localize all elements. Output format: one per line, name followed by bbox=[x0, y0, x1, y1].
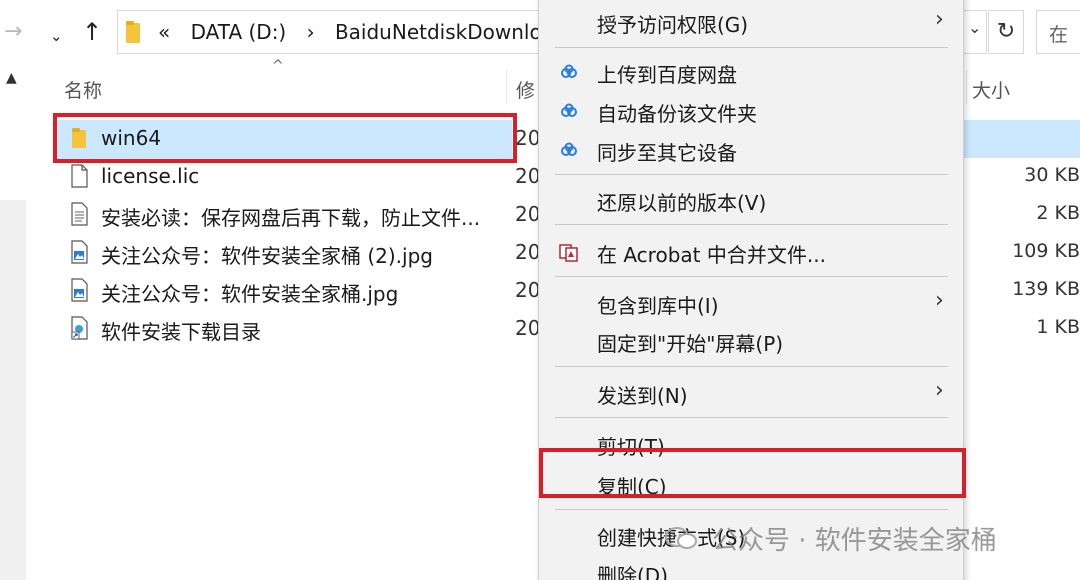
file-name: 安装必读：保存网盘后再下载，防止文件... bbox=[101, 206, 481, 230]
menu-item-label: 在 Acrobat 中合并文件... bbox=[597, 243, 826, 267]
file-date: 20 bbox=[515, 240, 541, 264]
file-size: 1 KB bbox=[1036, 316, 1080, 338]
folder-icon bbox=[126, 21, 140, 43]
refresh-icon: ↻ bbox=[996, 19, 1016, 44]
menu-separator bbox=[555, 47, 948, 48]
scroll-up-icon[interactable]: ▲ bbox=[6, 70, 17, 86]
breadcrumb-overflow[interactable]: « bbox=[158, 20, 170, 44]
menu-separator bbox=[555, 174, 948, 175]
menu-item-label: 上传到百度网盘 bbox=[597, 63, 737, 87]
up-arrow-icon[interactable]: ↑ bbox=[82, 18, 102, 46]
chevron-right-icon: › bbox=[935, 7, 944, 32]
file-icon bbox=[71, 164, 88, 188]
chevron-down-icon[interactable]: ⌄ bbox=[50, 22, 63, 50]
menu-item-label: 授予访问权限(G) bbox=[597, 13, 749, 37]
file-date: 20 bbox=[515, 278, 541, 302]
wechat-icon bbox=[665, 527, 697, 549]
file-size: 109 KB bbox=[1012, 240, 1080, 262]
file-date: 20 bbox=[515, 202, 541, 226]
chevron-right-icon: › bbox=[935, 378, 944, 403]
baidu-netdisk-icon bbox=[561, 103, 577, 117]
sort-ascending-icon: ^ bbox=[272, 58, 284, 74]
breadcrumb-item-folder[interactable]: BaiduNetdiskDownloa bbox=[335, 20, 554, 44]
menu-item-label: 自动备份该文件夹 bbox=[597, 102, 757, 126]
highlight-box-selected-folder bbox=[53, 113, 517, 163]
baidu-netdisk-icon bbox=[561, 142, 577, 156]
breadcrumb-item-drive[interactable]: DATA (D:) bbox=[191, 20, 287, 44]
file-size: 139 KB bbox=[1012, 278, 1080, 300]
navigation-pane[interactable]: ▲ bbox=[0, 64, 26, 580]
menu-item-sync-devices[interactable]: 同步至其它设备 bbox=[539, 131, 965, 169]
menu-item-label: 固定到"开始"屏幕(P) bbox=[597, 332, 784, 356]
image-file-icon bbox=[71, 240, 88, 264]
menu-item-delete[interactable]: 删除(D) bbox=[539, 554, 965, 580]
forward-arrow-icon[interactable]: → bbox=[4, 18, 22, 46]
file-name: 软件安装下载目录 bbox=[101, 320, 261, 344]
column-header-modified[interactable]: 修 bbox=[516, 76, 535, 120]
text-file-icon bbox=[71, 202, 88, 226]
column-header-size[interactable]: 大小 bbox=[972, 76, 1010, 120]
acrobat-icon bbox=[559, 244, 578, 262]
menu-item-grant-access[interactable]: 授予访问权限(G) › bbox=[539, 3, 965, 41]
file-name: 关注公众号：软件安装全家桶 (2).jpg bbox=[101, 244, 433, 268]
column-divider[interactable] bbox=[966, 70, 967, 104]
refresh-button[interactable]: ↻ bbox=[988, 10, 1024, 54]
menu-item-include-library[interactable]: 包含到库中(I) › bbox=[539, 284, 965, 322]
menu-separator bbox=[555, 509, 948, 510]
breadcrumb: « DATA (D:) › BaiduNetdiskDownloa bbox=[158, 20, 568, 44]
menu-separator bbox=[555, 366, 948, 367]
menu-item-acrobat-combine[interactable]: 在 Acrobat 中合并文件... bbox=[539, 233, 965, 271]
menu-item-label: 发送到(N) bbox=[597, 384, 688, 408]
chevron-right-icon: › bbox=[935, 288, 944, 313]
file-size: 2 KB bbox=[1036, 202, 1080, 224]
menu-item-label: 同步至其它设备 bbox=[597, 141, 737, 165]
file-date: 20 bbox=[515, 316, 541, 340]
baidu-netdisk-icon bbox=[561, 64, 577, 78]
menu-separator bbox=[555, 224, 948, 225]
watermark-text: 公众号 · 软件安装全家桶 bbox=[712, 526, 997, 556]
file-date: 20 bbox=[515, 164, 541, 188]
image-file-icon bbox=[71, 278, 88, 302]
search-input[interactable]: 在 bbox=[1036, 10, 1080, 54]
file-size: 30 KB bbox=[1024, 164, 1080, 186]
address-dropdown-icon[interactable]: ⌄ bbox=[968, 18, 981, 37]
menu-item-send-to[interactable]: 发送到(N) › bbox=[539, 374, 965, 412]
menu-item-auto-backup[interactable]: 自动备份该文件夹 bbox=[539, 92, 965, 130]
highlight-box-copy bbox=[539, 448, 966, 498]
menu-item-label: 还原以前的版本(V) bbox=[597, 191, 767, 215]
menu-item-upload-netdisk[interactable]: 上传到百度网盘 bbox=[539, 53, 965, 91]
menu-item-label: 包含到库中(I) bbox=[597, 294, 719, 318]
menu-separator bbox=[555, 276, 948, 277]
file-name: license.lic bbox=[101, 164, 200, 188]
search-placeholder: 在 bbox=[1049, 24, 1069, 46]
column-divider[interactable] bbox=[506, 70, 507, 104]
file-name: 关注公众号：软件安装全家桶.jpg bbox=[101, 282, 399, 306]
file-date: 20 bbox=[515, 126, 541, 150]
menu-item-label: 删除(D) bbox=[597, 564, 669, 580]
menu-item-pin-start[interactable]: 固定到"开始"屏幕(P) bbox=[539, 322, 965, 360]
menu-separator bbox=[555, 417, 948, 418]
menu-item-restore-versions[interactable]: 还原以前的版本(V) bbox=[539, 181, 965, 219]
shortcut-icon bbox=[71, 316, 88, 340]
breadcrumb-separator[interactable]: › bbox=[307, 20, 315, 44]
